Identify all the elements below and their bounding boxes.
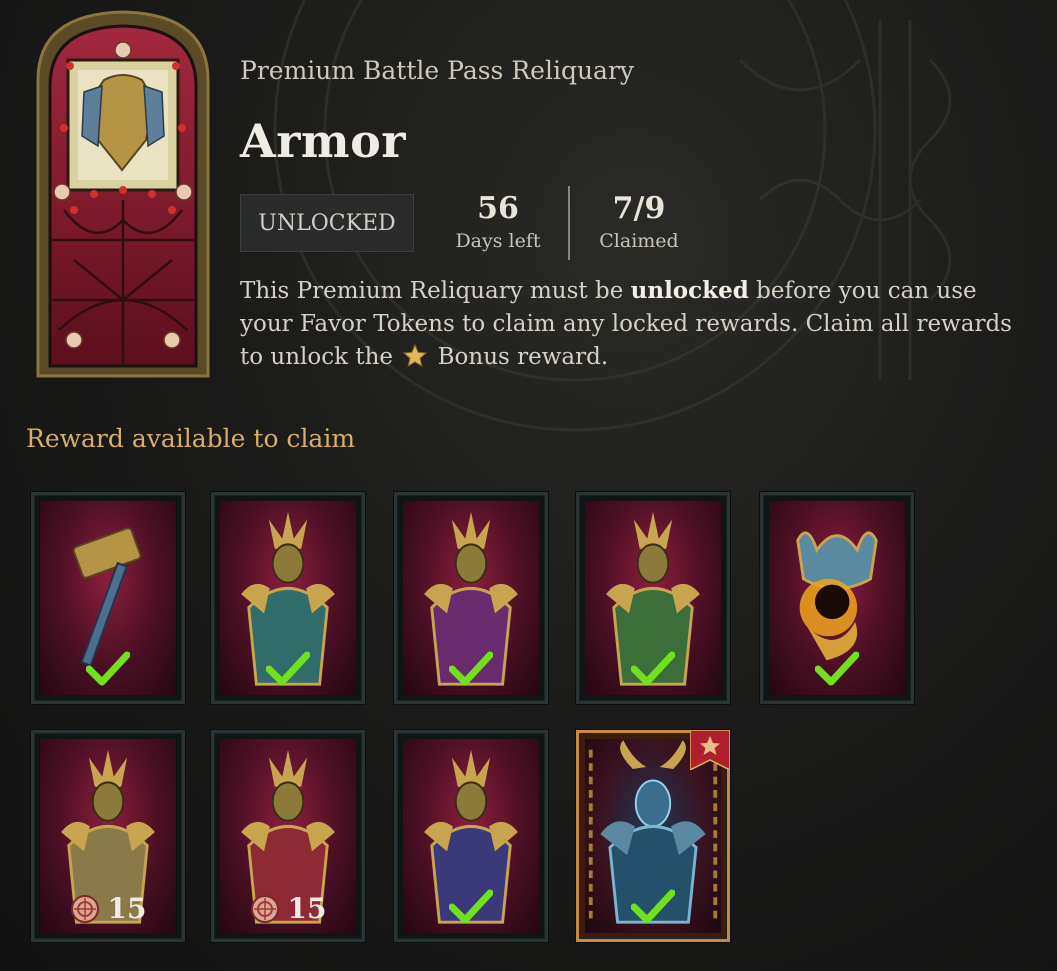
check-icon xyxy=(631,889,675,924)
cost-amount: 15 xyxy=(107,892,147,925)
description-part1: This Premium Reliquary must be xyxy=(240,278,631,304)
page-title: Armor xyxy=(240,114,407,168)
description-text: This Premium Reliquary must be unlocked … xyxy=(240,274,1030,374)
favor-token-icon xyxy=(70,894,99,923)
reliquary-subtitle: Premium Battle Pass Reliquary xyxy=(240,56,635,85)
days-left-value: 56 xyxy=(477,191,519,226)
days-left-stat: 56 Days left xyxy=(450,191,546,253)
claimed-value: 7/9 xyxy=(612,191,666,226)
star-icon xyxy=(403,343,428,368)
bonus-star-flag-icon xyxy=(690,730,730,770)
reward-cost: 15 xyxy=(214,892,362,925)
reward-cost: 15 xyxy=(34,892,182,925)
claimed-stat: 7/9 Claimed xyxy=(594,191,684,253)
stat-divider xyxy=(568,186,570,260)
reward-card-armor-teal[interactable] xyxy=(211,492,365,704)
reward-card-bonus[interactable] xyxy=(576,730,730,942)
claimed-label: Claimed xyxy=(599,230,679,252)
status-badge: UNLOCKED xyxy=(240,194,414,252)
reward-card-armor-green[interactable] xyxy=(576,492,730,704)
check-icon xyxy=(449,889,493,924)
reward-card-armor-violet[interactable] xyxy=(394,492,548,704)
check-icon xyxy=(86,651,130,686)
check-icon xyxy=(449,651,493,686)
description-part3: Bonus reward. xyxy=(430,344,609,370)
reward-card-hammer[interactable] xyxy=(31,492,185,704)
reward-card-armor-crimson[interactable]: 15 xyxy=(211,730,365,942)
cost-amount: 15 xyxy=(287,892,327,925)
reward-card-crown[interactable] xyxy=(760,492,914,704)
days-left-label: Days left xyxy=(455,230,541,252)
reward-card-armor-gold[interactable]: 15 xyxy=(31,730,185,942)
check-icon xyxy=(631,651,675,686)
check-icon xyxy=(266,651,310,686)
section-title: Reward available to claim xyxy=(26,424,356,453)
description-bold: unlocked xyxy=(630,277,749,304)
stained-glass-window xyxy=(34,10,212,380)
check-icon xyxy=(815,651,859,686)
favor-token-icon xyxy=(250,894,279,923)
reward-card-armor-navy[interactable] xyxy=(394,730,548,942)
